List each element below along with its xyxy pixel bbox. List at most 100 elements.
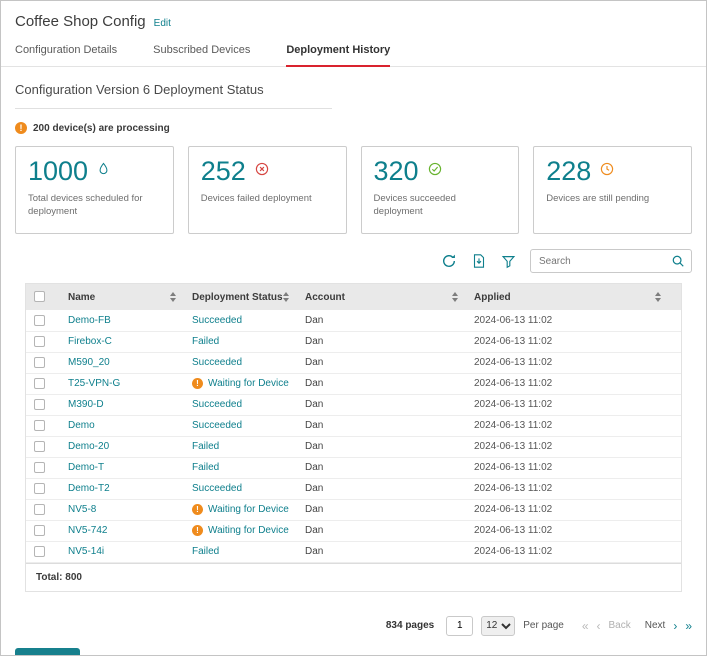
- account-cell: Dan: [297, 499, 466, 520]
- device-name-link[interactable]: Demo: [68, 420, 95, 431]
- row-checkbox[interactable]: [34, 483, 45, 494]
- deployment-status-link[interactable]: Waiting for Device: [208, 525, 289, 536]
- deployment-status-link[interactable]: Waiting for Device: [208, 378, 289, 389]
- column-header-name[interactable]: Name: [60, 284, 184, 310]
- page-number-input[interactable]: [446, 616, 473, 636]
- row-checkbox[interactable]: [34, 441, 45, 452]
- back-button[interactable]: BACK: [15, 648, 80, 656]
- row-spacer: [669, 352, 681, 373]
- device-name-link[interactable]: Demo-20: [68, 441, 109, 452]
- table-row: Firebox-C Failed Dan 2024-06-13 11:02: [26, 331, 681, 352]
- processing-notice: 200 device(s) are processing: [15, 122, 692, 134]
- row-spacer: [669, 457, 681, 478]
- tab-deployment-history[interactable]: Deployment History: [286, 44, 390, 67]
- table-row: NV5-14i Failed Dan 2024-06-13 11:02: [26, 541, 681, 562]
- row-checkbox[interactable]: [34, 315, 45, 326]
- failed-circle-icon: [255, 162, 269, 176]
- deployment-status-link[interactable]: Succeeded: [192, 357, 242, 368]
- row-checkbox[interactable]: [34, 336, 45, 347]
- device-name-link[interactable]: NV5-742: [68, 525, 107, 536]
- row-checkbox[interactable]: [34, 462, 45, 473]
- table-row: M590_20 Succeeded Dan 2024-06-13 11:02: [26, 352, 681, 373]
- first-page-icon[interactable]: «: [582, 620, 589, 632]
- table-total: Total: 800: [26, 563, 681, 591]
- column-header-applied[interactable]: Applied: [466, 284, 669, 310]
- per-page-select[interactable]: 12: [481, 616, 515, 636]
- row-spacer: [669, 331, 681, 352]
- deployment-status-link[interactable]: Succeeded: [192, 420, 242, 431]
- next-page-button[interactable]: Next: [645, 620, 666, 631]
- account-cell: Dan: [297, 394, 466, 415]
- stat-card-failed: 252 Devices failed deployment: [188, 146, 347, 234]
- deployment-status-link[interactable]: Succeeded: [192, 483, 242, 494]
- row-checkbox[interactable]: [34, 546, 45, 557]
- device-name-link[interactable]: NV5-8: [68, 504, 96, 515]
- applied-cell: 2024-06-13 11:02: [466, 457, 669, 478]
- pending-clock-icon: [600, 162, 614, 176]
- deployment-status-link[interactable]: Waiting for Device: [208, 504, 289, 515]
- search-input[interactable]: [530, 249, 692, 273]
- stat-card-pending: 228 Devices are still pending: [533, 146, 692, 234]
- stat-label-total: Total devices scheduled for deployment: [28, 192, 153, 219]
- stat-card-total: 1000 Total devices scheduled for deploym…: [15, 146, 174, 234]
- sort-icon[interactable]: [283, 292, 289, 302]
- deployment-status-link[interactable]: Succeeded: [192, 315, 242, 326]
- row-checkbox[interactable]: [34, 378, 45, 389]
- export-csv-icon[interactable]: [471, 253, 487, 269]
- applied-cell: 2024-06-13 11:02: [466, 331, 669, 352]
- stat-value-failed: 252: [201, 157, 246, 187]
- applied-cell: 2024-06-13 11:02: [466, 310, 669, 331]
- stat-value-pending: 228: [546, 157, 591, 187]
- row-checkbox[interactable]: [34, 357, 45, 368]
- section-title-wrap: Configuration Version 6 Deployment Statu…: [15, 81, 332, 109]
- column-header-account[interactable]: Account: [297, 284, 466, 310]
- deployment-status-link[interactable]: Failed: [192, 462, 219, 473]
- applied-cell: 2024-06-13 11:02: [466, 436, 669, 457]
- table-row: NV5-742 Waiting for Device Dan 2024-06-1…: [26, 520, 681, 541]
- next-page-icon[interactable]: ›: [673, 620, 677, 632]
- device-name-link[interactable]: M590_20: [68, 357, 110, 368]
- device-name-link[interactable]: Demo-FB: [68, 315, 111, 326]
- tab-subscribed-devices[interactable]: Subscribed Devices: [153, 44, 250, 66]
- table-row: NV5-8 Waiting for Device Dan 2024-06-13 …: [26, 499, 681, 520]
- select-all-checkbox[interactable]: [34, 291, 45, 302]
- device-name-link[interactable]: T25-VPN-G: [68, 378, 120, 389]
- refresh-icon[interactable]: [441, 253, 457, 269]
- row-checkbox[interactable]: [34, 420, 45, 431]
- search-icon[interactable]: [671, 254, 685, 268]
- stat-label-pending: Devices are still pending: [546, 192, 671, 205]
- stat-card-succeeded: 320 Devices succeeded deployment: [361, 146, 520, 234]
- filter-icon[interactable]: [501, 254, 516, 269]
- prev-page-icon[interactable]: ‹: [597, 620, 601, 632]
- device-name-link[interactable]: Demo-T: [68, 462, 104, 473]
- prev-page-button[interactable]: Back: [609, 620, 631, 631]
- table-row: Demo-T Failed Dan 2024-06-13 11:02: [26, 457, 681, 478]
- tab-bar: Configuration Details Subscribed Devices…: [1, 44, 706, 67]
- device-name-link[interactable]: Demo-T2: [68, 483, 110, 494]
- device-name-link[interactable]: Firebox-C: [68, 336, 112, 347]
- deployment-status-link[interactable]: Succeeded: [192, 399, 242, 410]
- device-name-link[interactable]: NV5-14i: [68, 546, 104, 557]
- tab-configuration-details[interactable]: Configuration Details: [15, 44, 117, 66]
- deployment-status-link[interactable]: Failed: [192, 441, 219, 452]
- sort-icon[interactable]: [655, 292, 661, 302]
- row-spacer: [669, 520, 681, 541]
- sort-icon[interactable]: [170, 292, 176, 302]
- table-row: Demo-T2 Succeeded Dan 2024-06-13 11:02: [26, 478, 681, 499]
- status-warning-icon: [192, 504, 203, 515]
- applied-cell: 2024-06-13 11:02: [466, 373, 669, 394]
- last-page-icon[interactable]: »: [685, 620, 692, 632]
- row-checkbox[interactable]: [34, 525, 45, 536]
- deployment-status-link[interactable]: Failed: [192, 546, 219, 557]
- device-name-link[interactable]: M390-D: [68, 399, 104, 410]
- pagination: 834 pages 12 Per page « ‹ Back Next › »: [15, 616, 692, 636]
- sort-icon[interactable]: [452, 292, 458, 302]
- column-header-deployment-status[interactable]: Deployment Status: [184, 284, 297, 310]
- row-checkbox[interactable]: [34, 504, 45, 515]
- account-cell: Dan: [297, 373, 466, 394]
- row-checkbox[interactable]: [34, 399, 45, 410]
- edit-link[interactable]: Edit: [154, 18, 171, 29]
- row-spacer: [669, 415, 681, 436]
- deployment-status-link[interactable]: Failed: [192, 336, 219, 347]
- status-warning-icon: [192, 525, 203, 536]
